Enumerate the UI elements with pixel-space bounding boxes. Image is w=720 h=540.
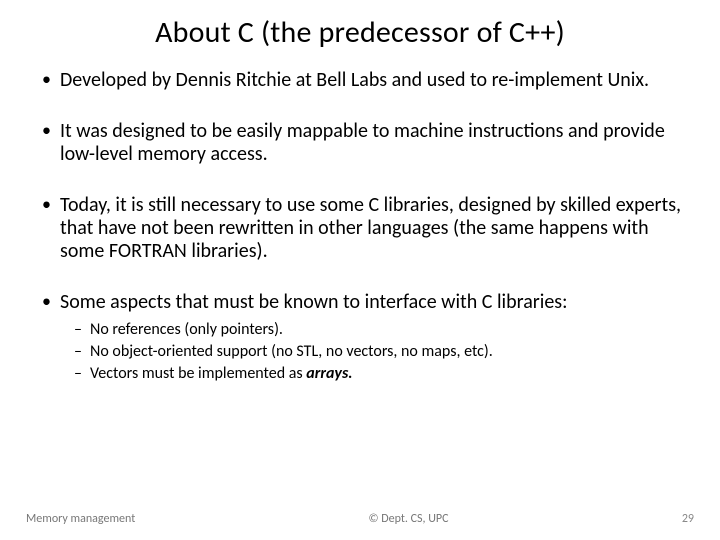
sub-bullet-list: No references (only pointers). No object…	[60, 320, 690, 384]
bullet-text: Today, it is still necessary to use some…	[60, 193, 681, 263]
sub-bullet-emph: arrays.	[306, 364, 352, 383]
bullet-item: Developed by Dennis Ritchie at Bell Labs…	[42, 69, 690, 92]
slide-title: About C (the predecessor of C++)	[30, 14, 690, 51]
slide-footer: Memory management © Dept. CS, UPC 29	[0, 512, 720, 526]
bullet-item: It was designed to be easily mappable to…	[42, 120, 690, 166]
bullet-text: Some aspects that must be known to inter…	[60, 290, 567, 314]
footer-left: Memory management	[26, 512, 135, 526]
bullet-text: It was designed to be easily mappable to…	[60, 119, 665, 166]
sub-bullet-item: Vectors must be implemented as arrays.	[74, 364, 690, 384]
page-number: 29	[682, 512, 694, 526]
sub-bullet-text: Vectors must be implemented as	[90, 364, 306, 383]
sub-bullet-item: No object-oriented support (no STL, no v…	[74, 342, 690, 362]
bullet-text: Developed by Dennis Ritchie at Bell Labs…	[60, 68, 649, 92]
sub-bullet-text: No references (only pointers).	[90, 320, 283, 339]
footer-center: © Dept. CS, UPC	[369, 512, 449, 526]
bullet-item: Some aspects that must be known to inter…	[42, 291, 690, 384]
sub-bullet-item: No references (only pointers).	[74, 320, 690, 340]
bullet-item: Today, it is still necessary to use some…	[42, 194, 690, 263]
sub-bullet-text: No object-oriented support (no STL, no v…	[90, 342, 493, 361]
bullet-list: Developed by Dennis Ritchie at Bell Labs…	[30, 69, 690, 384]
